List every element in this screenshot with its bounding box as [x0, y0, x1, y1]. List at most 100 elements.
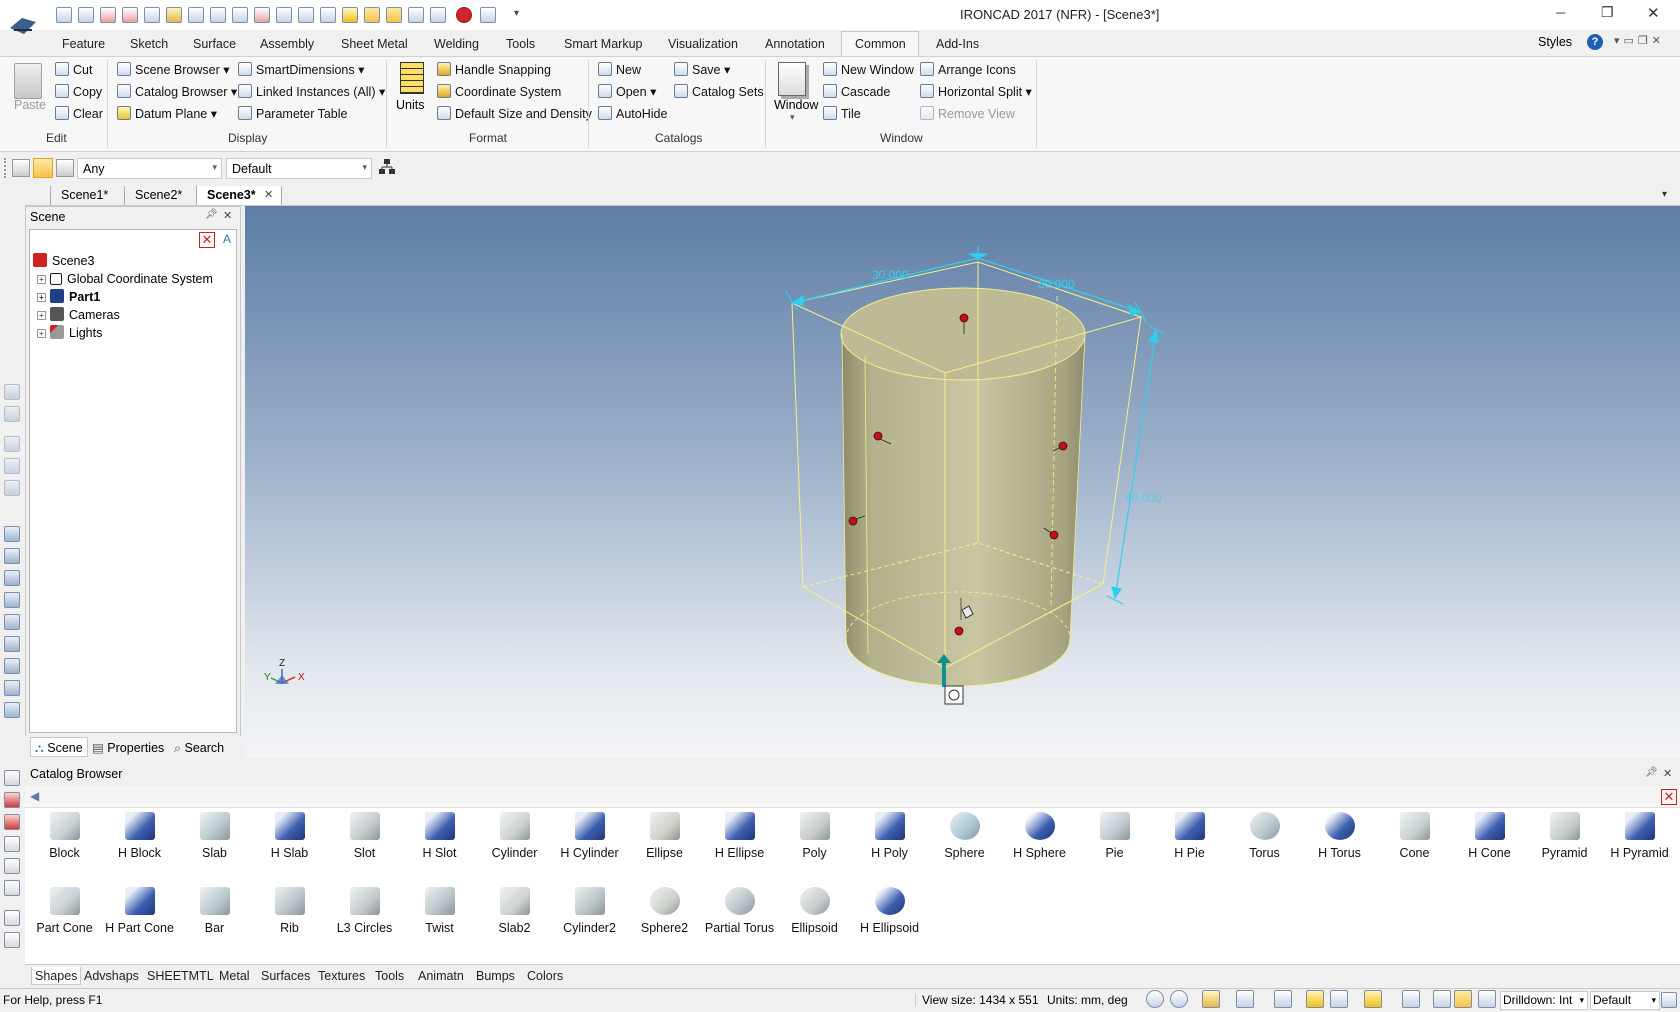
tab-visualization[interactable]: Visualization: [668, 34, 738, 54]
catalog-tab-advshaps[interactable]: Advshaps: [84, 967, 139, 985]
select-arrow-icon[interactable]: [1478, 990, 1496, 1008]
catalog-tab-bumps[interactable]: Bumps: [476, 967, 515, 985]
back-arrow-icon[interactable]: ◀: [30, 789, 39, 803]
tab-smart-markup[interactable]: Smart Markup: [564, 34, 643, 54]
move-icon[interactable]: [276, 7, 292, 23]
catalog-item-part-cone[interactable]: Part Cone: [27, 887, 102, 935]
expand-icon[interactable]: +: [37, 329, 46, 338]
default-style-select[interactable]: Default ▾: [1590, 991, 1660, 1010]
datum-plane-button[interactable]: Datum Plane ▾: [117, 104, 217, 124]
catalog-item-h-ellipsoid[interactable]: H Ellipsoid: [852, 887, 927, 935]
catalog-item-h-slot[interactable]: H Slot: [402, 812, 477, 860]
tab-list-dropdown-icon[interactable]: ▾: [1662, 189, 1667, 200]
tool-icon-1[interactable]: [4, 384, 20, 400]
new-assembly-icon[interactable]: [122, 7, 138, 23]
catalog-item-h-pie[interactable]: H Pie: [1152, 812, 1227, 860]
catalog-tab-surfaces[interactable]: Surfaces: [261, 967, 310, 985]
filter-select[interactable]: Any ▾: [77, 158, 222, 179]
catalog-item-slab[interactable]: Slab: [177, 812, 252, 860]
tab-annotation[interactable]: Annotation: [765, 34, 825, 54]
close-catalog-icon[interactable]: ✕: [1663, 767, 1672, 780]
maximize-button[interactable]: ❐: [1601, 4, 1614, 21]
expand-icon[interactable]: +: [37, 275, 46, 284]
doc-tab-scene2[interactable]: Scene2*: [124, 186, 192, 205]
glasses-icon[interactable]: [1330, 990, 1348, 1008]
filter-options-icon[interactable]: A: [219, 232, 235, 248]
catalog-item-cone[interactable]: Cone: [1377, 812, 1452, 860]
catalog-item-ellipsoid[interactable]: Ellipsoid: [777, 887, 852, 935]
tool-icon-5[interactable]: [4, 480, 20, 496]
handle-snapping-button[interactable]: Handle Snapping: [437, 60, 551, 80]
drilldown-select[interactable]: Drilldown: Int ▾: [1500, 991, 1588, 1010]
redo-icon[interactable]: [320, 7, 336, 23]
tab-assembly[interactable]: Assembly: [260, 34, 314, 54]
window-button[interactable]: Window: [774, 98, 818, 112]
default-size-button[interactable]: Default Size and Density: [437, 104, 592, 124]
select-mode-icon[interactable]: [364, 7, 380, 23]
hierarchy-icon[interactable]: [378, 158, 396, 176]
tree-item-cameras[interactable]: + Cameras: [37, 306, 120, 324]
tree-item-global-coordinate-system[interactable]: + Global Coordinate System: [37, 270, 213, 288]
catalog-item-slot[interactable]: Slot: [327, 812, 402, 860]
catalog-item-sphere[interactable]: Sphere: [927, 812, 1002, 860]
sketch-line-icon[interactable]: [4, 770, 20, 786]
open-folder-icon[interactable]: [166, 7, 182, 23]
style-select[interactable]: Default ▾: [226, 158, 372, 179]
tab-add-ins[interactable]: Add-Ins: [936, 34, 979, 54]
select-filter-icon[interactable]: [12, 159, 30, 177]
catalog-open-button[interactable]: Open ▾: [598, 82, 656, 102]
catalog-item-l3-circles[interactable]: L3 Circles: [327, 887, 402, 935]
catalog-tab-textures[interactable]: Textures: [318, 967, 365, 985]
catalog-item-h-slab[interactable]: H Slab: [252, 812, 327, 860]
catalog-item-torus[interactable]: Torus: [1227, 812, 1302, 860]
catalog-item-h-sphere[interactable]: H Sphere: [1002, 812, 1077, 860]
styles-menu[interactable]: Styles: [1538, 35, 1572, 49]
close-button[interactable]: ✕: [1647, 4, 1660, 22]
pin-icon[interactable]: 📌︎: [205, 209, 218, 220]
units-ruler-icon[interactable]: [400, 62, 424, 94]
parameter-table-button[interactable]: Parameter Table: [238, 104, 348, 124]
tile-button[interactable]: Tile: [823, 104, 861, 124]
catalog-item-h-pyramid[interactable]: H Pyramid: [1602, 812, 1677, 860]
units-button[interactable]: Units: [396, 98, 424, 112]
new-sheet-icon[interactable]: [144, 7, 160, 23]
close-panel-icon[interactable]: ✕: [223, 209, 232, 222]
minimize-button[interactable]: ─: [1556, 5, 1565, 20]
horizontal-split-button[interactable]: Horizontal Split ▾: [920, 82, 1032, 102]
print-icon[interactable]: [232, 7, 248, 23]
catalog-item-poly[interactable]: Poly: [777, 812, 852, 860]
tab-feature[interactable]: Feature: [62, 34, 105, 54]
clear-filter-icon[interactable]: ✕: [199, 232, 215, 248]
catalog-item-partial-torus[interactable]: Partial Torus: [702, 887, 777, 935]
select-part-icon[interactable]: [386, 7, 402, 23]
tool-icon-3[interactable]: [4, 436, 20, 452]
catalog-item-h-cylinder[interactable]: H Cylinder: [552, 812, 627, 860]
panel-tab-scene[interactable]: ⛬ Scene: [30, 737, 88, 757]
sketch-profile-icon[interactable]: [4, 814, 20, 830]
catalog-browser-button[interactable]: Catalog Browser ▾: [117, 82, 237, 102]
ribbon-window-controls[interactable]: ▾▭❐✕: [1614, 34, 1665, 47]
app-logo-icon[interactable]: [8, 12, 38, 38]
scene-search-input[interactable]: [31, 231, 196, 251]
tab-sketch[interactable]: Sketch: [130, 34, 168, 54]
copy-view-icon[interactable]: [430, 7, 446, 23]
clear-button[interactable]: Clear: [55, 104, 103, 124]
extrude-tool-icon[interactable]: [4, 548, 20, 564]
pin-icon[interactable]: 📌︎: [1645, 767, 1658, 778]
catalog-item-rib[interactable]: Rib: [252, 887, 327, 935]
catalog-item-slab2[interactable]: Slab2: [477, 887, 552, 935]
catalog-item-ellipse[interactable]: Ellipse: [627, 812, 702, 860]
paste-button[interactable]: Paste: [14, 98, 46, 112]
loft-tool-icon[interactable]: [4, 614, 20, 630]
catalog-item-sphere2[interactable]: Sphere2: [627, 887, 702, 935]
new-drawing-icon[interactable]: [100, 7, 116, 23]
new-doc-icon[interactable]: [56, 7, 72, 23]
cylinder-top-face[interactable]: [840, 287, 1086, 381]
cascade-button[interactable]: Cascade: [823, 82, 890, 102]
catalog-item-h-cone[interactable]: H Cone: [1452, 812, 1527, 860]
arrange-icons-button[interactable]: Arrange Icons: [920, 60, 1016, 80]
catalog-tab-colors[interactable]: Colors: [527, 967, 563, 985]
triangle-tool-icon[interactable]: [4, 836, 20, 852]
close-tab-icon[interactable]: ✕: [264, 188, 273, 201]
catalog-item-bar[interactable]: Bar: [177, 887, 252, 935]
